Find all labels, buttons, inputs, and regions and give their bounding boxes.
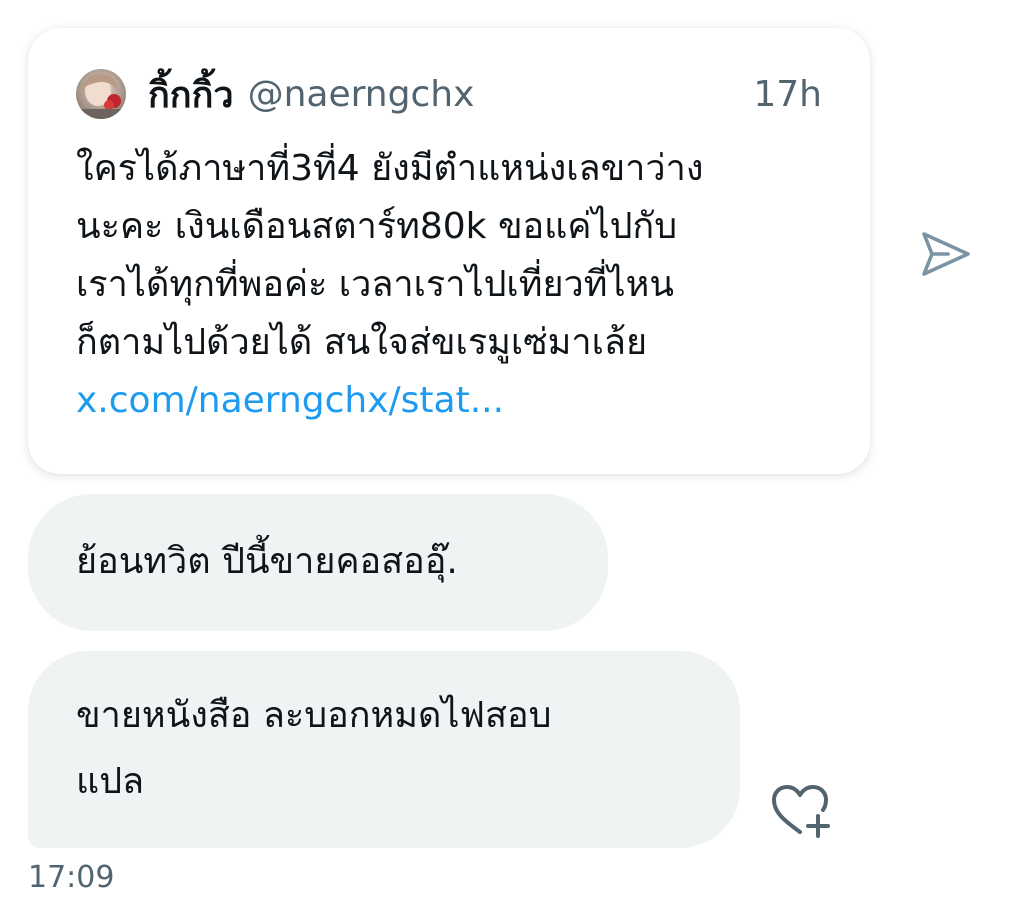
message-text: แปล: [76, 761, 145, 802]
quoted-handle[interactable]: @naerngchx: [248, 74, 475, 115]
quoted-post-link[interactable]: x.com/naerngchx/stat...: [76, 372, 836, 430]
message-bubble[interactable]: ขายหนังสือ ละบอกหมดไฟสอบ แปล: [28, 651, 740, 848]
quoted-post-age: 17h: [753, 73, 822, 115]
quoted-post-header: กิ้กกิ้ว @naerngchx 17h: [76, 66, 822, 122]
quoted-text-line: นะคะ เงินเดือนสตาร์ท80k ขอแค่ไปกับ: [76, 206, 678, 247]
dm-conversation: กิ้กกิ้ว @naerngchx 17h ใครได้ภาษาที่3ที…: [0, 0, 1019, 918]
quoted-display-name[interactable]: กิ้กกิ้ว: [148, 66, 234, 123]
quoted-text-line: ก็ตามไปด้วยได้ สนใจส่ขเรมูเซ่มาเล้ย: [76, 322, 648, 363]
add-reaction-icon[interactable]: [768, 782, 836, 840]
avatar[interactable]: [76, 69, 126, 119]
message-text: ขายหนังสือ ละบอกหมดไฟสอบ: [76, 695, 552, 736]
message-text: ย้อนทวิต ปีนี้ขายคอสออุ๊.: [76, 541, 458, 582]
quoted-post-text: ใครได้ภาษาที่3ที่4 ยังมีตำแหน่งเลขาว่าง …: [76, 140, 836, 430]
quoted-post-card[interactable]: กิ้กกิ้ว @naerngchx 17h ใครได้ภาษาที่3ที…: [28, 28, 870, 474]
share-icon[interactable]: [918, 226, 974, 282]
quoted-text-line: ใครได้ภาษาที่3ที่4 ยังมีตำแหน่งเลขาว่าง: [76, 148, 704, 189]
quoted-text-line: เราได้ทุกที่พอค่ะ เวลาเราไปเที่ยวที่ไหน: [76, 264, 674, 305]
message-bubble[interactable]: ย้อนทวิต ปีนี้ขายคอสออุ๊.: [28, 494, 608, 631]
message-timestamp: 17:09: [28, 860, 115, 895]
